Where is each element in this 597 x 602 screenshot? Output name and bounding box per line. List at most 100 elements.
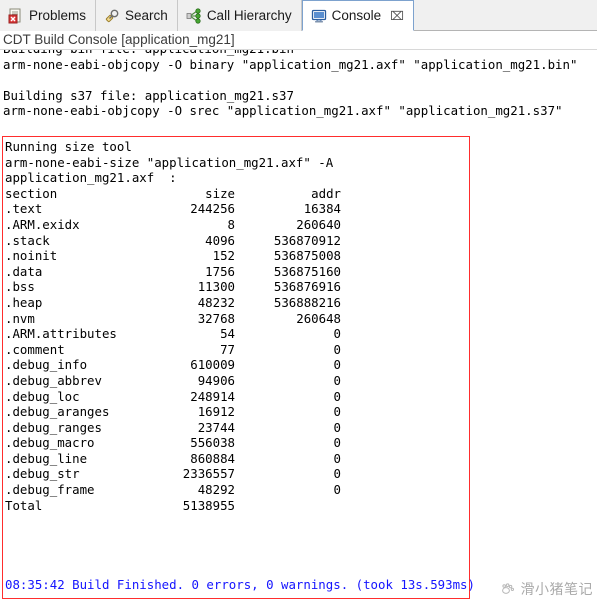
section-addr: 0 <box>333 435 341 451</box>
console-line: Building bin file: application_mg21.bin <box>3 50 597 57</box>
section-size: 48232 <box>197 294 235 310</box>
section-name: .debug_macro <box>5 435 95 451</box>
tab-label: Console <box>331 7 382 23</box>
section-addr: 0 <box>333 388 341 404</box>
section-size: size <box>205 185 235 201</box>
size-table-row: .ARM.exidx 8 260640 <box>5 217 468 233</box>
close-icon[interactable]: ⌧ <box>390 10 404 22</box>
call-hierarchy-icon <box>186 7 202 24</box>
tab-bar-empty-area <box>412 0 597 30</box>
size-table-row: .debug_line 860884 0 <box>5 451 468 467</box>
size-table-row: .ARM.attributes 54 0 <box>5 326 468 342</box>
size-tool-header-line: Running size tool <box>5 139 132 154</box>
section-size: 152 <box>212 248 235 264</box>
section-size: 11300 <box>197 279 235 295</box>
section-addr: 0 <box>333 404 341 420</box>
section-addr: 536870912 <box>273 232 341 248</box>
section-name: .debug_abbrev <box>5 372 102 388</box>
section-name: .ARM.attributes <box>5 326 117 342</box>
section-size: 860884 <box>190 450 235 466</box>
size-table-row: .debug_abbrev 94906 0 <box>5 373 468 389</box>
section-name: section <box>5 185 58 201</box>
section-name: .data <box>5 263 43 279</box>
section-name: .bss <box>5 279 35 295</box>
view-tab-bar: Problems Search Call Hierarchy Console ⌧ <box>0 0 597 31</box>
size-table-row: .debug_info 610009 0 <box>5 357 468 373</box>
search-icon <box>104 8 120 24</box>
size-table-row: .noinit 152 536875008 <box>5 248 468 264</box>
size-table-row: .debug_str 2336557 0 <box>5 466 468 482</box>
section-size: 16912 <box>197 404 235 420</box>
section-name: .comment <box>5 341 65 357</box>
section-size: 94906 <box>197 372 235 388</box>
console-title: CDT Build Console [application_mg21] <box>0 31 597 50</box>
section-size: 4096 <box>205 232 235 248</box>
section-addr: 0 <box>333 372 341 388</box>
console-line: arm-none-eabi-objcopy -O binary "applica… <box>3 56 578 72</box>
tab-label: Search <box>125 7 168 23</box>
size-tool-output: Running size tool arm-none-eabi-size "app… <box>5 139 468 513</box>
section-name: .ARM.exidx <box>5 216 80 232</box>
section-name: .noinit <box>5 248 58 264</box>
section-name: .debug_line <box>5 450 88 466</box>
section-addr: 0 <box>333 419 341 435</box>
section-size: 244256 <box>190 201 235 217</box>
section-name: .debug_aranges <box>5 404 110 420</box>
section-size: 8 <box>227 216 235 232</box>
console-icon <box>311 8 327 24</box>
size-table-row: .bss 11300 536876916 <box>5 279 468 295</box>
section-size: 48292 <box>197 482 235 498</box>
section-addr: 0 <box>333 357 341 373</box>
size-tool-header-line: application_mg21.axf : <box>5 170 177 186</box>
size-table-row: .debug_frame 48292 0 <box>5 482 468 498</box>
tab-console[interactable]: Console ⌧ <box>301 0 414 31</box>
size-table-row: .debug_aranges 16912 0 <box>5 404 468 420</box>
section-size: 5138955 <box>182 497 235 513</box>
eclipse-console-view: Problems Search Call Hierarchy Console ⌧… <box>0 0 597 602</box>
section-size: 610009 <box>190 357 235 373</box>
section-name: .text <box>5 201 43 217</box>
console-top-lines: Building bin file: application_mg21.bina… <box>0 50 597 135</box>
size-table-total-row: Total 5138955 <box>5 498 468 514</box>
section-size: 77 <box>220 341 235 357</box>
tab-label: Call Hierarchy <box>206 7 292 23</box>
section-size: 23744 <box>197 419 235 435</box>
size-table-row: .data 1756 536875160 <box>5 264 468 280</box>
section-size: 248914 <box>190 388 235 404</box>
section-name: .stack <box>5 232 50 248</box>
tab-search[interactable]: Search <box>96 0 178 31</box>
size-table-row: .debug_macro 556038 0 <box>5 435 468 451</box>
section-addr: 536888216 <box>273 294 341 310</box>
section-name: Total <box>5 497 43 513</box>
size-table-row: .nvm 32768 260648 <box>5 311 468 327</box>
size-table-row: .debug_loc 248914 0 <box>5 389 468 405</box>
size-table-row: .stack 4096 536870912 <box>5 233 468 249</box>
build-finished-line: 08:35:42 Build Finished. 0 errors, 0 war… <box>5 577 475 592</box>
section-size: 556038 <box>190 435 235 451</box>
section-size: 54 <box>220 326 235 342</box>
tab-label: Problems <box>29 7 87 23</box>
size-tool-header-line: arm-none-eabi-size "application_mg21.axf… <box>5 154 334 170</box>
section-name: .heap <box>5 294 43 310</box>
console-line: arm-none-eabi-objcopy -O srec "applicati… <box>3 103 563 119</box>
section-addr: 536875008 <box>273 248 341 264</box>
size-table-header-row: section size addr <box>5 186 468 202</box>
section-name: .debug_ranges <box>5 419 102 435</box>
section-name: .debug_info <box>5 357 88 373</box>
size-table-row: .comment 77 0 <box>5 342 468 358</box>
section-addr: 260648 <box>296 310 341 326</box>
tab-call-hierarchy[interactable]: Call Hierarchy <box>177 0 302 31</box>
section-addr: 536876916 <box>273 279 341 295</box>
section-name: .debug_loc <box>5 388 80 404</box>
console-line: Building s37 file: application_mg21.s37 <box>3 87 294 103</box>
section-addr: 0 <box>333 450 341 466</box>
section-addr: addr <box>311 185 341 201</box>
section-addr: 0 <box>333 466 341 482</box>
section-addr: 0 <box>333 482 341 498</box>
section-size: 32768 <box>197 310 235 326</box>
section-name: .debug_frame <box>5 482 95 498</box>
tab-problems[interactable]: Problems <box>0 0 97 31</box>
size-table-row: .heap 48232 536888216 <box>5 295 468 311</box>
